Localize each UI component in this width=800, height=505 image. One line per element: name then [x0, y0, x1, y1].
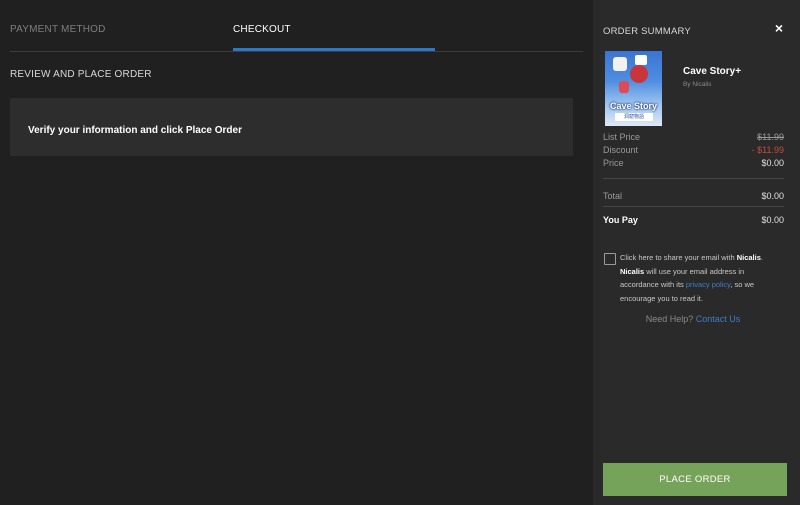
divider	[603, 178, 784, 179]
close-icon[interactable]: ×	[771, 20, 787, 36]
share-email-consent-text: Click here to share your email with Nica…	[620, 251, 780, 305]
price-label: Price	[603, 158, 624, 168]
discount-row: Discount - $11.99	[603, 145, 784, 155]
checkout-main-panel: PAYMENT METHOD CHECKOUT REVIEW AND PLACE…	[0, 0, 593, 505]
publisher-name: Nicalis	[620, 266, 645, 276]
cover-sprite	[630, 65, 648, 83]
cover-sprite	[613, 57, 627, 71]
publisher-name: Nicalis	[736, 253, 761, 262]
share-email-checkbox[interactable]	[604, 253, 616, 265]
cover-sprite	[635, 55, 647, 65]
review-section-title: REVIEW AND PLACE ORDER	[10, 69, 152, 80]
consent-text-part: Click here to share your email with	[620, 253, 737, 262]
tab-checkout[interactable]: CHECKOUT	[233, 24, 291, 35]
privacy-policy-link[interactable]: privacy policy	[686, 280, 730, 289]
need-help-text: Need Help? Contact Us	[593, 314, 793, 324]
total-value: $0.00	[761, 191, 784, 201]
list-price-value: $11.99	[757, 132, 784, 142]
tab-payment-method[interactable]: PAYMENT METHOD	[10, 24, 106, 35]
verify-message: Verify your information and click Place …	[28, 125, 242, 136]
checkout-tabs: PAYMENT METHOD CHECKOUT	[10, 0, 583, 52]
total-row: Total $0.00	[603, 191, 784, 201]
consent-text-part: .	[760, 253, 763, 262]
order-summary-panel: ORDER SUMMARY × Cave Story 洞窟物語 Cave Sto…	[593, 0, 800, 505]
verify-info-box: Verify your information and click Place …	[10, 98, 573, 156]
you-pay-label: You Pay	[603, 215, 638, 225]
cover-logo-text: Cave Story	[609, 101, 658, 111]
discount-value: - $11.99	[751, 145, 784, 155]
you-pay-row: You Pay $0.00	[603, 215, 784, 225]
you-pay-value: $0.00	[761, 215, 784, 225]
price-row: Price $0.00	[603, 158, 784, 168]
list-price-row: List Price $11.99	[603, 132, 784, 142]
cover-subtitle: 洞窟物語	[615, 113, 653, 121]
order-summary-title: ORDER SUMMARY	[603, 26, 691, 37]
discount-label: Discount	[603, 145, 639, 155]
divider	[603, 206, 784, 207]
list-price-label: List Price	[603, 132, 641, 142]
place-order-button[interactable]: PLACE ORDER	[603, 463, 787, 496]
contact-us-link[interactable]: Contact Us	[696, 314, 741, 324]
game-publisher: By Nicalis	[683, 81, 712, 88]
cover-sprite	[619, 81, 629, 93]
total-label: Total	[603, 191, 623, 201]
price-value: $0.00	[761, 158, 784, 168]
active-tab-indicator	[233, 48, 435, 51]
help-label: Need Help?	[645, 314, 696, 324]
game-cover-image: Cave Story 洞窟物語	[605, 51, 662, 126]
game-title: Cave Story+	[683, 66, 742, 77]
